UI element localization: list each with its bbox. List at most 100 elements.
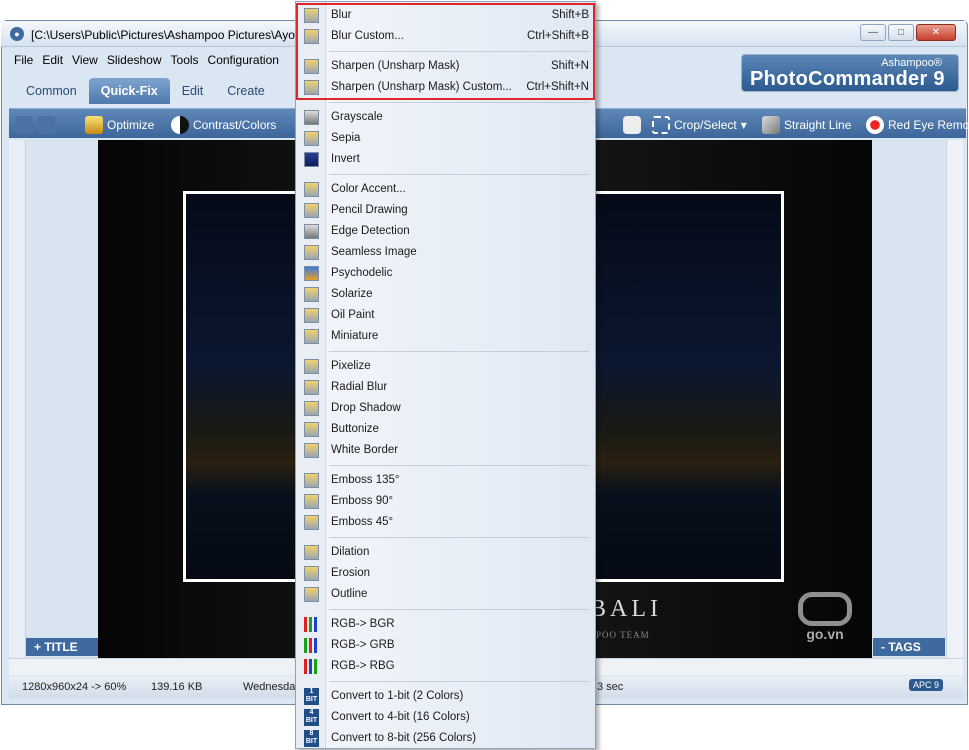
menu-item-label: Convert to 8-bit (256 Colors) [331,732,477,744]
filter-icon [304,359,319,374]
menu-item-grayscale[interactable]: Grayscale [297,107,594,128]
menu-tools[interactable]: Tools [171,53,199,71]
menu-separator [329,609,589,610]
contrast-icon [171,116,189,134]
filter-icon [304,566,319,581]
maximize-button[interactable]: □ [888,24,914,41]
bit-depth-icon: 1 BIT [304,688,319,705]
menu-item-label: Pencil Drawing [331,204,408,216]
status-filesize: 139.16 KB [151,681,203,693]
menu-item-white-border[interactable]: White Border [297,440,594,461]
menu-item-color-accent[interactable]: Color Accent... [297,179,594,200]
undo-icon [15,116,33,134]
menu-item-rgb-bgr[interactable]: RGB-> BGR [297,614,594,635]
menu-view[interactable]: View [72,53,98,71]
menu-item-radial-blur[interactable]: Radial Blur [297,377,594,398]
menu-item-sepia[interactable]: Sepia [297,128,594,149]
filter-icon [304,380,319,395]
filter-icon [304,308,319,323]
filter-icon [304,545,319,560]
menu-item-psychodelic[interactable]: Psychodelic [297,263,594,284]
filter-icon [304,401,319,416]
window-controls: — □ ✕ [860,24,956,41]
vertical-scrollbar[interactable] [946,140,963,658]
menu-item-label: Emboss 135° [331,474,400,486]
eye-icon [866,116,884,134]
menu-item-emboss-90[interactable]: Emboss 90° [297,491,594,512]
optimize-button[interactable]: Optimize [85,116,154,134]
title-panel [26,140,98,658]
tags-toggle-button[interactable]: - TAGS [873,638,945,656]
tab-edit[interactable]: Edit [170,78,216,104]
menu-item-label: Emboss 90° [331,495,394,507]
menu-item-label: Miniature [331,330,379,342]
menu-item-drop-shadow[interactable]: Drop Shadow [297,398,594,419]
menu-item-label: Color Accent... [331,183,406,195]
menu-item-label: Oil Paint [331,309,375,321]
status-date: Wednesda [243,681,296,693]
menu-item-miniature[interactable]: Miniature [297,326,594,347]
menu-edit[interactable]: Edit [42,53,63,71]
menu-item-emboss-135[interactable]: Emboss 135° [297,470,594,491]
menu-item-rgb-rbg[interactable]: RGB-> RBG [297,656,594,677]
menu-item-emboss-45[interactable]: Emboss 45° [297,512,594,533]
menu-configuration[interactable]: Configuration [208,53,279,71]
filter-icon [304,245,319,260]
menu-item-label: Buttonize [331,423,379,435]
red-eye-label: Red Eye Remo [888,118,969,132]
menu-item-label: RGB-> BGR [331,618,395,630]
filter-icon [304,443,319,458]
menu-item-edge-detection[interactable]: Edge Detection [297,221,594,242]
menu-item-erosion[interactable]: Erosion [297,563,594,584]
menu-item-label: Invert [331,153,360,165]
filter-icon [304,131,319,146]
menu-item-seamless-image[interactable]: Seamless Image [297,242,594,263]
menu-item-rgb-grb[interactable]: RGB-> GRB [297,635,594,656]
filter-icon [304,182,319,197]
filter-icon [304,110,319,125]
tab-create[interactable]: Create [215,78,277,104]
menu-slideshow[interactable]: Slideshow [107,53,162,71]
menu-item-dilation[interactable]: Dilation [297,542,594,563]
menu-item-pencil-drawing[interactable]: Pencil Drawing [297,200,594,221]
menu-item-convert-to-8-bit-256-colors[interactable]: 8 BIT Convert to 8-bit (256 Colors) [297,728,594,749]
menu-separator [329,174,589,175]
menu-item-convert-to-1-bit-2-colors[interactable]: 1 BIT Convert to 1-bit (2 Colors) [297,686,594,707]
optimize-label: Optimize [107,118,155,132]
crop-select-button[interactable]: Crop/Select ▾ [652,116,747,134]
menu-file[interactable]: File [14,53,33,71]
filter-icon [304,152,319,167]
menu-item-outline[interactable]: Outline [297,584,594,605]
highlight-box [296,3,595,100]
title-toggle-button[interactable]: + TITLE [26,638,98,656]
tab-common[interactable]: Common [14,78,89,104]
filter-icon [304,422,319,437]
menu-item-pixelize[interactable]: Pixelize [297,356,594,377]
undo-redo-buttons[interactable] [15,116,55,134]
pan-button[interactable] [623,116,641,134]
close-button[interactable]: ✕ [916,24,956,41]
menu-item-label: Convert to 4-bit (16 Colors) [331,711,470,723]
menu-item-oil-paint[interactable]: Oil Paint [297,305,594,326]
menu-item-label: Outline [331,588,368,600]
minimize-button[interactable]: — [860,24,886,41]
contrast-colors-button[interactable]: Contrast/Colors [171,116,276,134]
filter-icon [304,494,319,509]
menu-item-label: Radial Blur [331,381,388,393]
menu-item-label: Convert to 1-bit (2 Colors) [331,690,464,702]
hand-icon [623,116,641,134]
filter-icon [304,515,319,530]
red-eye-button[interactable]: Red Eye Remo [866,116,969,134]
straight-line-button[interactable]: Straight Line [762,116,851,134]
rgb-icon [304,638,319,653]
menu-item-invert[interactable]: Invert [297,149,594,170]
tab-quick-fix[interactable]: Quick-Fix [88,78,170,104]
image-team-text: POO TEAM [596,630,650,640]
menu-item-label: RGB-> GRB [331,639,395,651]
tags-panel [872,140,945,658]
menu-item-label: Psychodelic [331,267,393,279]
zoom-slider[interactable] [9,140,26,658]
menu-item-solarize[interactable]: Solarize [297,284,594,305]
menu-item-convert-to-4-bit-16-colors[interactable]: 4 BIT Convert to 4-bit (16 Colors) [297,707,594,728]
menu-item-buttonize[interactable]: Buttonize [297,419,594,440]
